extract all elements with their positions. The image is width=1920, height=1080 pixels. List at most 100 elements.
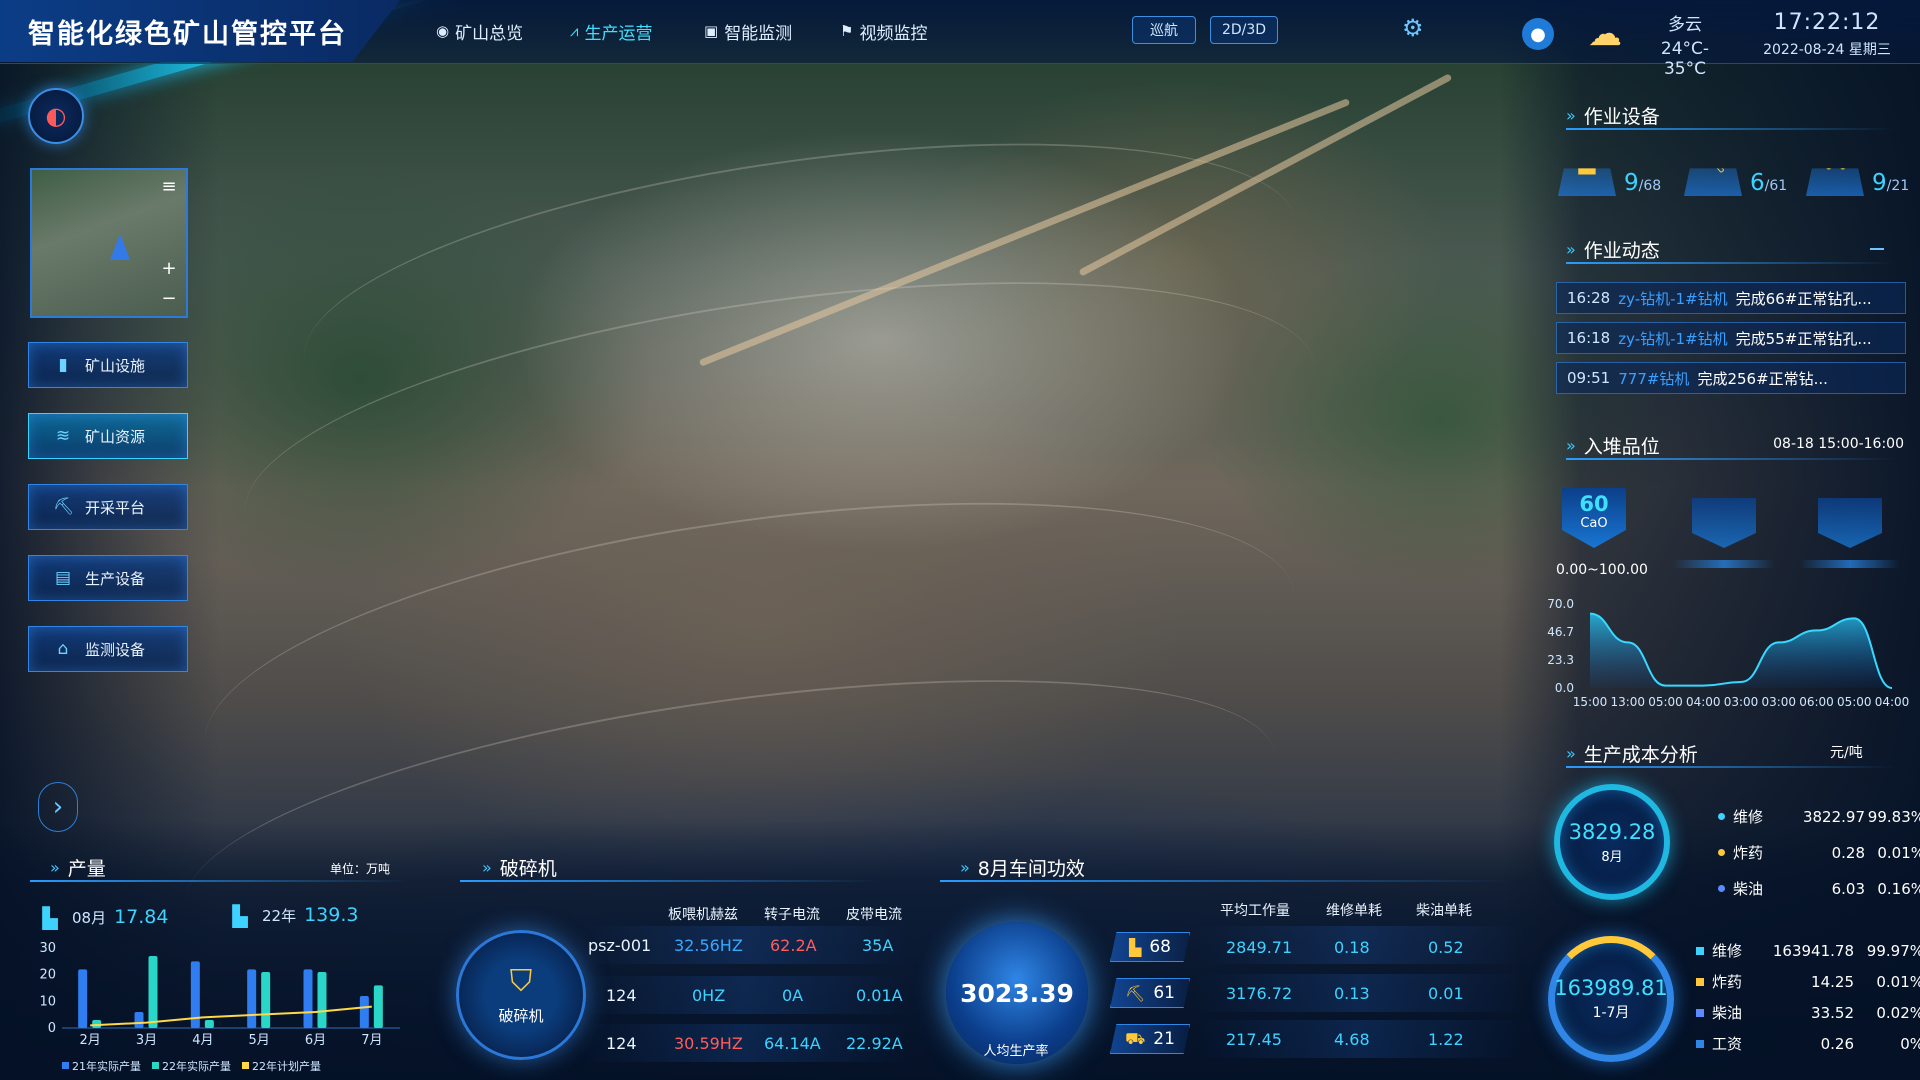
crusher-rotor: 64.14A	[764, 1034, 821, 1053]
gear-icon[interactable]: ⚙	[1402, 14, 1424, 42]
view-2d3d-toggle[interactable]: 2D/3D	[1210, 16, 1278, 44]
section-title-text: 产量	[67, 858, 106, 880]
section-title-text: 破碎机	[499, 858, 557, 880]
production-month: ▙ 08月 17.84	[36, 906, 168, 930]
grade-badge-name: CaO	[1580, 516, 1608, 531]
zoom-in-button[interactable]: +	[158, 258, 180, 280]
cost-item-name: 柴油	[1712, 1004, 1743, 1022]
sidebar-item-resources[interactable]: ≋ 矿山资源	[28, 413, 188, 459]
cost-legend-marker	[1696, 1039, 1704, 1048]
crusher-freq: 0HZ	[692, 986, 726, 1005]
cost-month-ring[interactable]: 3829.28 8月	[1554, 784, 1670, 900]
efficiency-center-label: 人均生产率	[983, 1044, 1049, 1059]
sidebar-item-monitoring-equipment[interactable]: ⌂ 监测设备	[28, 626, 188, 672]
cost-row[interactable]: 炸药 0.28 0.01%	[1718, 842, 1920, 863]
cost-row[interactable]: 工资 0.26 0%	[1696, 1033, 1920, 1054]
y-tick-label: 20	[39, 968, 56, 983]
crusher-badge[interactable]: ⛉ 破碎机	[456, 930, 586, 1060]
cost-ytd-ring[interactable]: 163989.81 1-7月	[1548, 936, 1674, 1062]
weather-temp: 24°C-35°C	[1660, 39, 1710, 79]
cruise-button[interactable]: 巡航	[1132, 16, 1196, 44]
efficiency-diesel: 0.52	[1428, 938, 1464, 957]
efficiency-diesel: 0.01	[1428, 984, 1464, 1003]
crusher-label: 破碎机	[498, 1007, 544, 1025]
activity-item[interactable]: 09:51 777#钻机 完成256#正常钻...	[1556, 362, 1906, 394]
sidebar-item-label: 矿山资源	[85, 427, 146, 446]
y-tick-label: 30	[39, 941, 56, 956]
equipment-active: 6	[1750, 170, 1765, 196]
x-tick-label: 03:00	[1724, 695, 1759, 709]
y-tick-label: 70.0	[1547, 597, 1574, 611]
cost-item-pct: 99.83%	[1867, 807, 1920, 826]
nav-tab-overview[interactable]: ◉ 矿山总览	[426, 14, 533, 48]
top-header: 智能化绿色矿山管控平台 ◉ 矿山总览 ⩘ 生产运营 ▣ 智能监测 ⚑ 视频监控 …	[0, 0, 1920, 79]
efficiency-col-header: 柴油单耗	[1416, 903, 1472, 919]
cost-item-name: 维修	[1733, 808, 1764, 826]
activity-message: 完成55#正常钻孔...	[1735, 329, 1872, 348]
zoom-out-button[interactable]: −	[158, 288, 180, 310]
grade-area-chart: 70.046.723.30.015:00 13:00 05:00 04:00 03:00…	[1547, 597, 1909, 709]
cost-ytd-value: 163989.81	[1554, 976, 1668, 1000]
cost-row[interactable]: 炸药 14.25 0.01%	[1696, 971, 1920, 992]
equipment-excavator[interactable]: ⛏ 6/61	[1684, 150, 1787, 196]
equipment-loader[interactable]: ⛟ 9/21	[1806, 150, 1909, 196]
grade-range: 0.00~100.00	[1556, 562, 1648, 578]
nav-tab-production[interactable]: ⩘ 生产运营	[560, 14, 662, 48]
efficiency-vehicle-count: 61	[1153, 983, 1175, 1003]
sidebar-item-production-equipment[interactable]: ▤ 生产设备	[28, 555, 188, 601]
cost-legend-marker	[1696, 1008, 1704, 1017]
legend-swatch	[242, 1062, 249, 1069]
cost-item-value: 163941.78	[1772, 941, 1854, 960]
crusher-col-header: 板喂机赫兹	[668, 907, 738, 923]
sidebar-item-mining-platform[interactable]: ⛏ 开采平台	[28, 484, 188, 530]
app-title: 智能化绿色矿山管控平台	[0, 0, 400, 62]
section-title-text: 作业设备	[1583, 106, 1660, 128]
minimap[interactable]: ≡ + −	[30, 168, 188, 318]
cost-row[interactable]: 维修 163941.78 99.97%	[1696, 940, 1920, 961]
crusher-freq: 32.56HZ	[674, 936, 743, 955]
equipment-dump-truck[interactable]: ▙ 9/68	[1558, 150, 1661, 196]
activity-time: 16:18	[1567, 329, 1611, 347]
efficiency-repair: 4.68	[1334, 1030, 1370, 1049]
efficiency-vehicle-tag[interactable]: ⛏ 61	[1110, 978, 1190, 1008]
crusher-name: psz-001	[588, 936, 652, 955]
expand-panel-chevron-icon[interactable]: ›	[38, 782, 78, 832]
y-tick-label: 23.3	[1547, 653, 1574, 667]
activity-item[interactable]: 16:28 zy-钻机-1#钻机 完成66#正常钻孔...	[1556, 282, 1906, 314]
minimap-menu-icon[interactable]: ≡	[158, 176, 180, 198]
minimap-view-marker	[110, 234, 130, 260]
cloudy-weather-icon: ☁	[1588, 14, 1622, 54]
activity-item[interactable]: 16:18 zy-钻机-1#钻机 完成55#正常钻孔...	[1556, 322, 1906, 354]
sidebar-item-label: 矿山设施	[85, 356, 146, 375]
bar	[359, 996, 369, 1028]
compass-icon[interactable]: ◐	[28, 88, 84, 144]
x-tick-label: 15:00	[1573, 695, 1608, 709]
efficiency-diesel: 1.22	[1428, 1030, 1464, 1049]
y-tick-label: 10	[39, 994, 56, 1009]
cost-legend-marker	[1696, 946, 1704, 955]
collapse-minus-icon[interactable]	[1870, 248, 1884, 250]
nav-tab-monitoring[interactable]: ▣ 智能监测	[694, 14, 802, 48]
x-tick-label: 2月	[80, 1033, 101, 1048]
video-icon: ⚑	[840, 22, 854, 40]
dump-truck-icon: ▙	[232, 904, 248, 928]
section-title-crusher: » 破碎机	[482, 854, 557, 881]
production-bar-chart: 30 20 10 0 2月 3月 4月 5月 6月 7月 21年实际产量 22年实际产量 22年计划产量	[39, 941, 400, 1073]
user-avatar[interactable]: ●	[1522, 18, 1554, 50]
equipment-active: 9	[1624, 170, 1639, 196]
cost-row[interactable]: 柴油 33.52 0.02%	[1696, 1002, 1920, 1023]
section-divider	[1566, 262, 1896, 264]
sidebar-item-facility[interactable]: ▮ 矿山设施	[28, 342, 188, 388]
section-divider	[1566, 766, 1896, 768]
efficiency-vehicle-tag[interactable]: ⛟ 21	[1110, 1024, 1190, 1054]
chevron-right-icon: »	[50, 858, 60, 877]
production-year-value: 139.3	[304, 904, 359, 926]
cost-row[interactable]: 柴油 6.03 0.16%	[1718, 878, 1920, 899]
activity-device: zy-钻机-1#钻机	[1618, 289, 1728, 308]
efficiency-vehicle-tag[interactable]: ▙ 68	[1110, 932, 1190, 962]
nav-tab-video[interactable]: ⚑ 视频监控	[830, 14, 937, 48]
cost-row[interactable]: 维修 3822.97 99.83%	[1718, 806, 1920, 827]
user-icon: ●	[1530, 23, 1546, 45]
bar	[317, 972, 327, 1028]
chart-icon: ⩘	[570, 22, 579, 40]
